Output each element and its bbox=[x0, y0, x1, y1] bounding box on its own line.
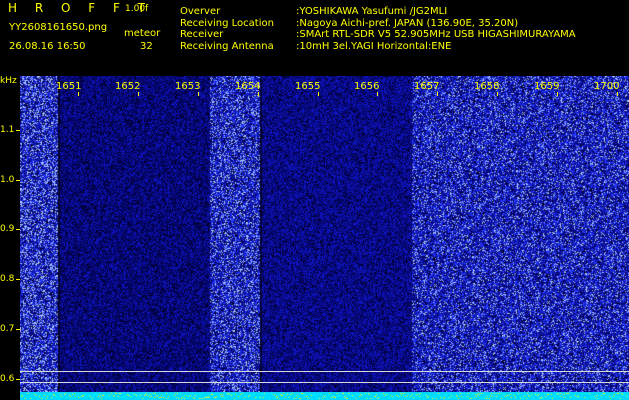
noise-level-strip bbox=[20, 392, 629, 400]
y-tick bbox=[16, 379, 20, 380]
x-tick bbox=[617, 92, 618, 96]
x-tick-label: 1700 bbox=[594, 81, 620, 92]
meteor-label: meteor bbox=[124, 28, 161, 39]
meteor-count: 32 bbox=[140, 41, 153, 52]
info-value-observer: :YOSHIKAWA Yasufumi /JG2MLI bbox=[296, 6, 448, 17]
y-axis-unit: kHz bbox=[0, 76, 17, 86]
x-tick bbox=[78, 92, 79, 96]
app-version: 1.00f bbox=[125, 4, 149, 14]
x-tick bbox=[138, 92, 139, 96]
x-tick bbox=[557, 92, 558, 96]
x-tick-label: 1655 bbox=[295, 81, 321, 92]
reference-line-lower bbox=[20, 382, 629, 383]
y-tick bbox=[16, 229, 20, 230]
y-tick bbox=[16, 279, 20, 280]
x-tick bbox=[437, 92, 438, 96]
info-value-receiver: :SMArt RTL-SDR V5 52.905MHz USB HIGASHIM… bbox=[296, 29, 576, 40]
x-tick-label: 1656 bbox=[354, 81, 380, 92]
x-tick bbox=[318, 92, 319, 96]
info-label-antenna: Receiving Antenna bbox=[180, 40, 274, 52]
y-tick bbox=[16, 329, 20, 330]
info-value-location: :Nagoya Aichi-pref. JAPAN (136.90E, 35.2… bbox=[296, 17, 519, 29]
y-tick bbox=[16, 180, 20, 181]
timestamp: 26.08.16 16:50 bbox=[9, 41, 86, 52]
x-tick bbox=[377, 92, 378, 96]
file-name: YY2608161650.png bbox=[9, 22, 108, 33]
x-tick-label: 1653 bbox=[175, 81, 201, 92]
x-tick-label: 1659 bbox=[534, 81, 560, 92]
x-tick bbox=[497, 92, 498, 96]
x-tick-label: 1657 bbox=[414, 81, 440, 92]
waterfall-spectrogram bbox=[20, 76, 629, 392]
x-tick-label: 1658 bbox=[474, 81, 500, 92]
info-label-receiver: Receiver bbox=[180, 29, 224, 40]
info-label-observer: Overver bbox=[180, 6, 221, 17]
x-tick-label: 1652 bbox=[115, 81, 141, 92]
x-tick-label: 1654 bbox=[235, 81, 261, 92]
y-tick bbox=[16, 130, 20, 131]
waterfall-plot bbox=[20, 76, 629, 400]
x-tick bbox=[258, 92, 259, 96]
x-tick bbox=[198, 92, 199, 96]
reference-line-upper bbox=[20, 371, 629, 372]
info-label-location: Receiving Location bbox=[180, 17, 274, 29]
info-value-antenna: :10mH 3el.YAGI Horizontal:ENE bbox=[296, 40, 452, 52]
x-tick-label: 1651 bbox=[56, 81, 82, 92]
